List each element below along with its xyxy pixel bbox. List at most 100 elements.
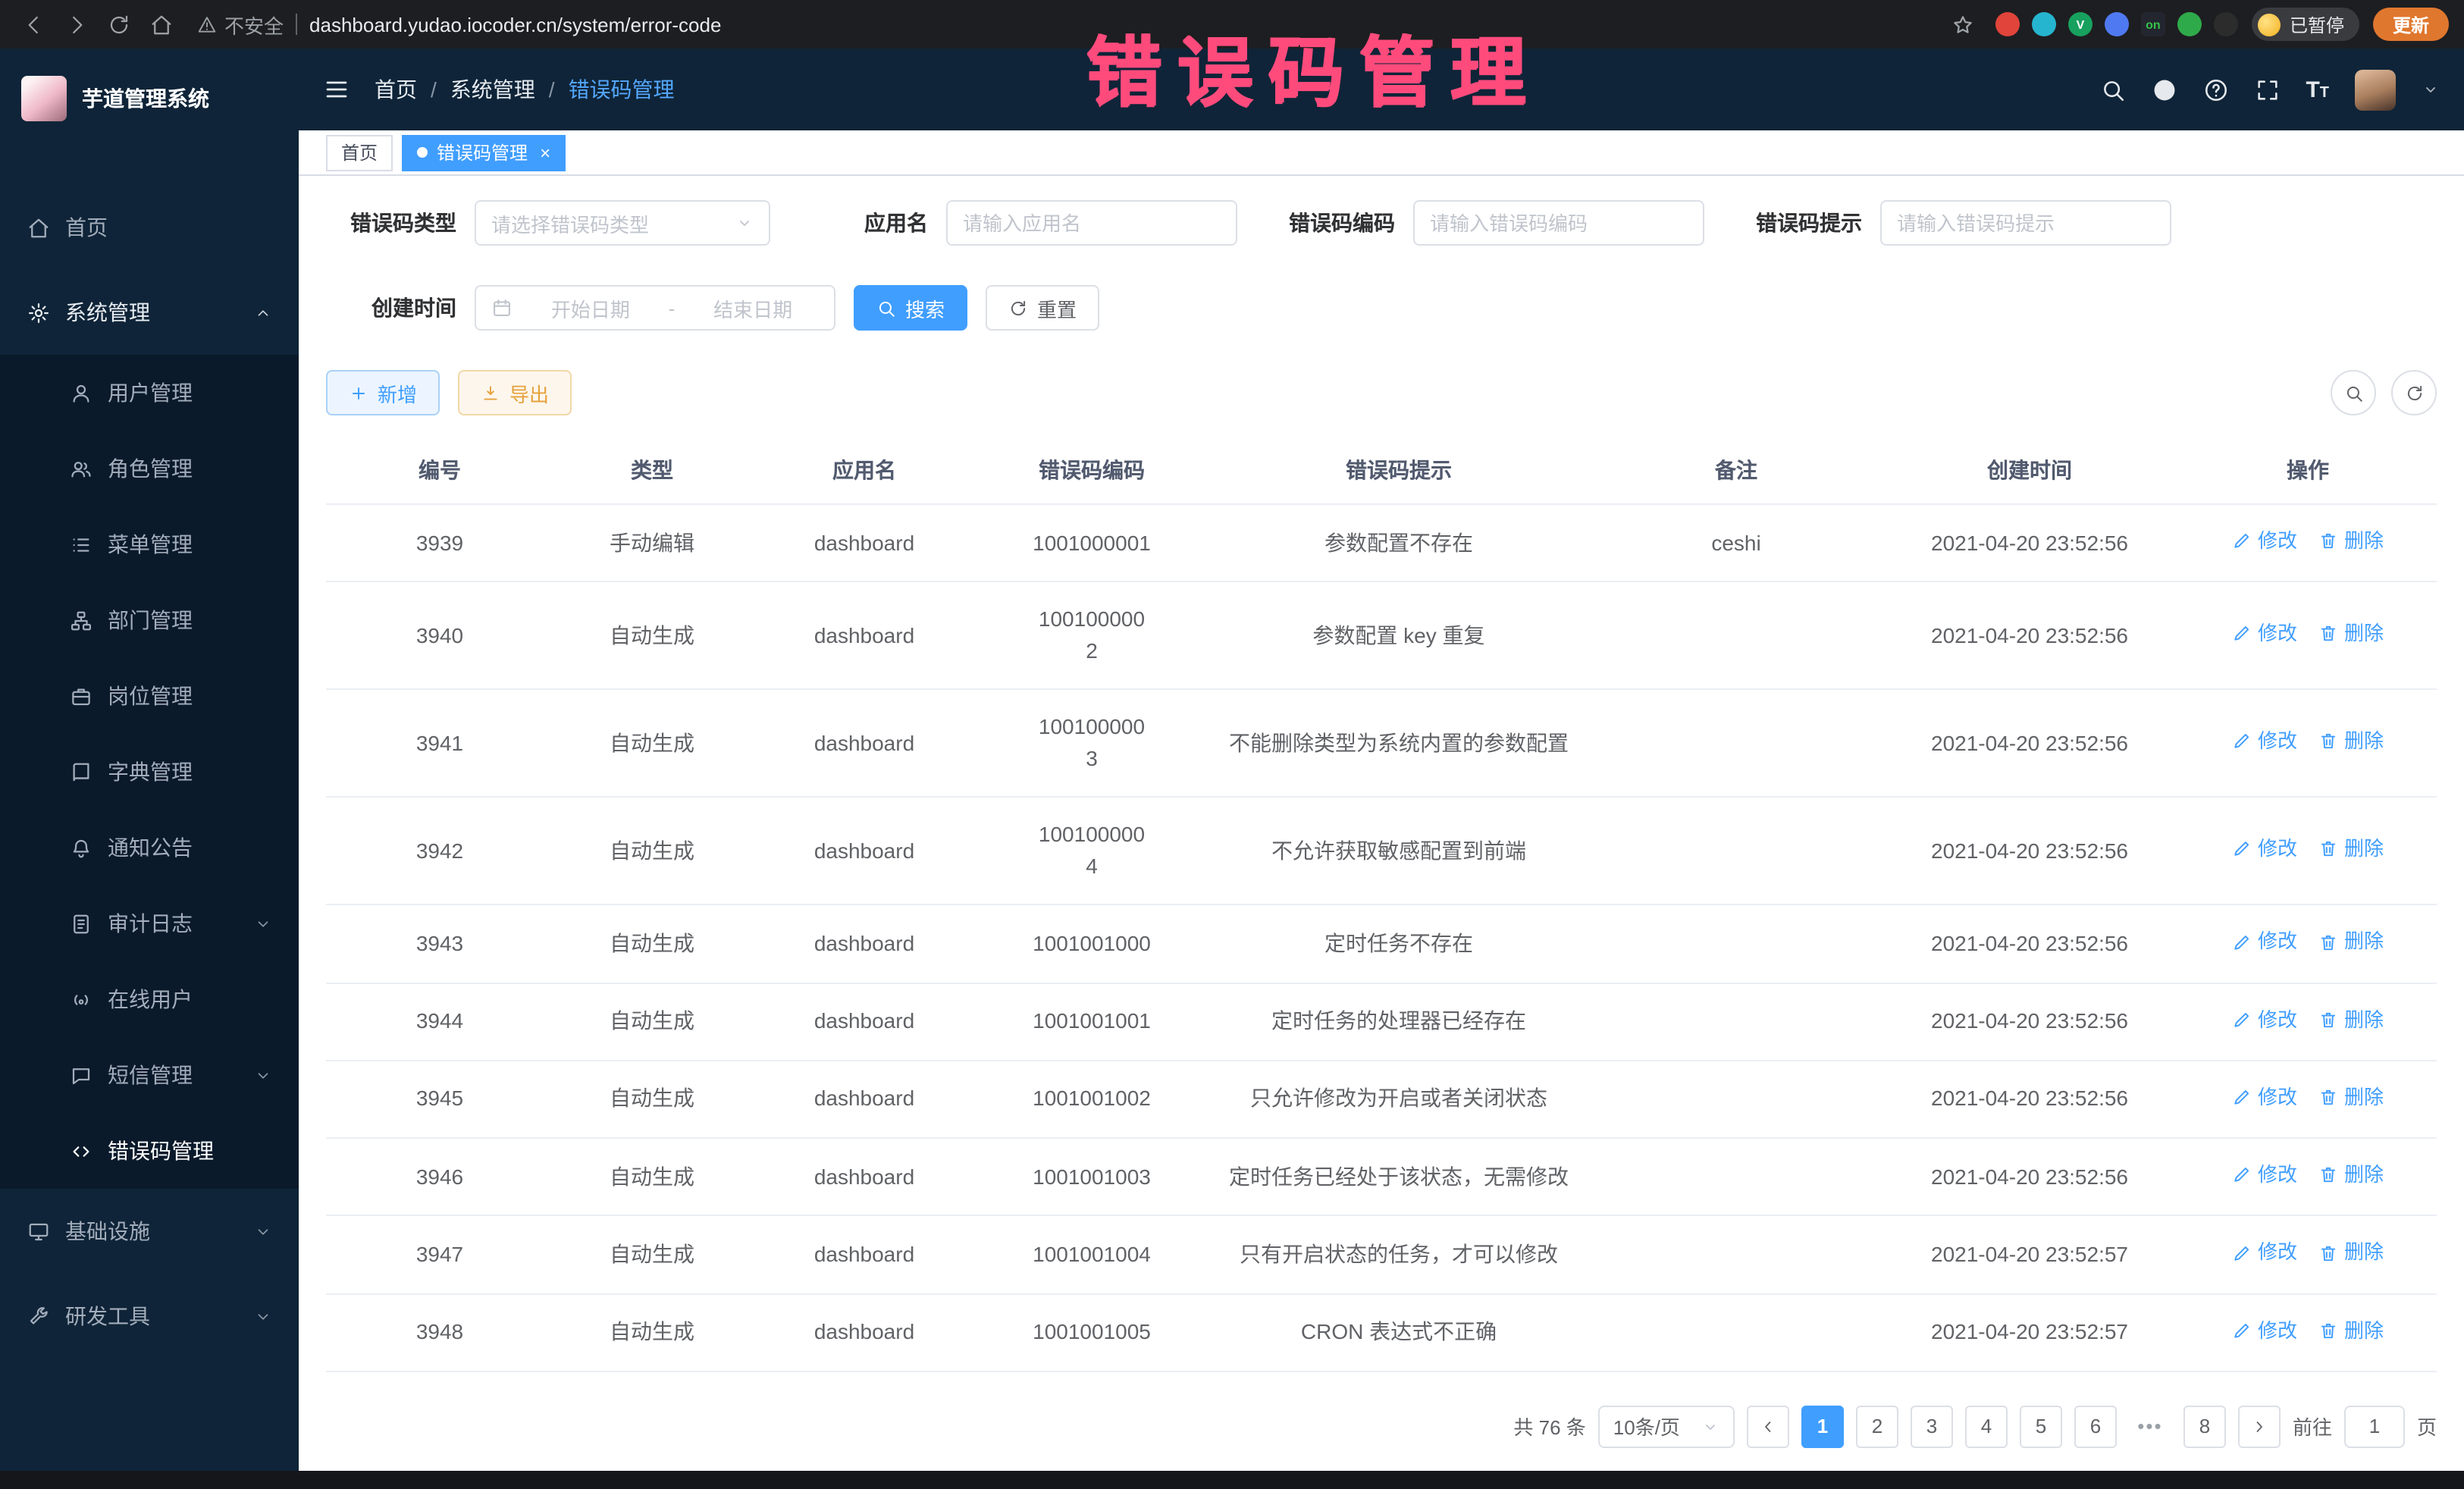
export-button[interactable]: 导出: [458, 370, 572, 415]
page-size-select[interactable]: 10条/页: [1598, 1406, 1735, 1448]
edit-link[interactable]: 修改: [2232, 927, 2297, 957]
prev-page-button[interactable]: [1747, 1406, 1789, 1448]
page-button[interactable]: 6: [2074, 1406, 2117, 1448]
sidebar-item-role[interactable]: 角色管理: [0, 431, 299, 506]
page-button[interactable]: 2: [1856, 1406, 1898, 1448]
refresh-table-button[interactable]: [2391, 370, 2437, 415]
sidebar-item-online-user[interactable]: 在线用户: [0, 961, 299, 1037]
page-ellipsis[interactable]: •••: [2129, 1406, 2171, 1448]
app-logo[interactable]: 芋道管理系统: [0, 49, 299, 149]
font-size-icon[interactable]: TT: [2306, 78, 2329, 101]
close-icon[interactable]: ×: [540, 142, 550, 163]
avatar-caret-icon[interactable]: [2422, 80, 2440, 99]
sidebar-item-sms[interactable]: 短信管理: [0, 1037, 299, 1113]
filter-label-type: 错误码类型: [326, 208, 456, 238]
sidebar-item-system[interactable]: 系统管理: [0, 270, 299, 355]
security-indicator[interactable]: 不安全: [197, 10, 284, 39]
delete-link[interactable]: 删除: [2318, 1160, 2384, 1190]
delete-link[interactable]: 删除: [2318, 619, 2384, 648]
app-name-input[interactable]: [946, 200, 1237, 246]
extension-icon[interactable]: V: [2068, 12, 2093, 36]
profile-chip[interactable]: 已暂停: [2252, 8, 2359, 41]
breadcrumb-item[interactable]: 首页: [375, 74, 417, 105]
breadcrumb-item[interactable]: 系统管理: [450, 74, 535, 105]
row-time: 2021-04-20 23:52:56: [1880, 983, 2179, 1061]
add-button[interactable]: 新增: [326, 370, 440, 415]
delete-link[interactable]: 删除: [2318, 526, 2384, 556]
sidebar-item-dept[interactable]: 部门管理: [0, 582, 299, 658]
edit-link[interactable]: 修改: [2232, 1005, 2297, 1034]
extension-icon[interactable]: on: [2141, 12, 2165, 36]
delete-link[interactable]: 删除: [2318, 927, 2384, 957]
update-button[interactable]: 更新: [2373, 8, 2449, 41]
chevdown-icon: [255, 1308, 271, 1324]
row-actions: 修改删除: [2179, 798, 2437, 905]
delete-link[interactable]: 删除: [2318, 1083, 2384, 1112]
row-code: 100100000 3: [978, 690, 1205, 798]
page-button[interactable]: 3: [1911, 1406, 1953, 1448]
tab-error-code[interactable]: 错误码管理×: [402, 134, 566, 171]
delete-link[interactable]: 删除: [2318, 1005, 2384, 1034]
delete-link[interactable]: 删除: [2318, 726, 2384, 756]
sidebar-item-menu[interactable]: 菜单管理: [0, 506, 299, 582]
edit-link[interactable]: 修改: [2232, 834, 2297, 864]
edit-link[interactable]: 修改: [2232, 1238, 2297, 1268]
github-icon[interactable]: [2151, 77, 2177, 102]
extension-icon[interactable]: [2214, 12, 2238, 36]
search-icon[interactable]: [2099, 77, 2125, 102]
date-range-picker[interactable]: 开始日期 - 结束日期: [475, 285, 835, 331]
search-button[interactable]: 搜索: [854, 285, 967, 331]
next-page-button[interactable]: [2238, 1406, 2281, 1448]
extension-icon[interactable]: [2177, 12, 2202, 36]
chevup-icon: [255, 304, 271, 321]
security-label: 不安全: [224, 10, 284, 39]
page-button[interactable]: 4: [1965, 1406, 2008, 1448]
sidebar-item-error-code[interactable]: 错误码管理: [0, 1113, 299, 1189]
page-button[interactable]: 8: [2183, 1406, 2226, 1448]
sidebar-item-dev-tools[interactable]: 研发工具: [0, 1274, 299, 1359]
edit-link[interactable]: 修改: [2232, 526, 2297, 556]
edit-link[interactable]: 修改: [2232, 1160, 2297, 1190]
goto-page-input[interactable]: [2344, 1406, 2405, 1448]
reset-button[interactable]: 重置: [986, 285, 1099, 331]
page-button[interactable]: 5: [2020, 1406, 2062, 1448]
extension-glyph: on: [2146, 17, 2161, 31]
menu-fold-icon[interactable]: [323, 76, 350, 103]
bookmark-star-icon[interactable]: [1945, 6, 1982, 42]
extension-icon[interactable]: [2032, 12, 2056, 36]
error-hint-input[interactable]: [1880, 200, 2171, 246]
sidebar-item-post[interactable]: 岗位管理: [0, 658, 299, 734]
back-icon[interactable]: [15, 6, 52, 42]
toggle-search-button[interactable]: [2331, 370, 2376, 415]
browser-home-icon[interactable]: [143, 6, 179, 42]
sidebar-item-infra[interactable]: 基础设施: [0, 1189, 299, 1274]
extension-icon[interactable]: [2105, 12, 2129, 36]
sidebar-item-dict[interactable]: 字典管理: [0, 734, 299, 810]
goto-suffix: 页: [2417, 1412, 2437, 1441]
error-type-select[interactable]: 请选择错误码类型: [475, 200, 770, 246]
error-code-input[interactable]: [1413, 200, 1704, 246]
help-icon[interactable]: [2202, 77, 2228, 102]
address-bar[interactable]: 不安全 dashboard.yudao.iocoder.cn/system/er…: [197, 10, 1939, 39]
tab-home[interactable]: 首页: [326, 134, 393, 171]
row-code: 1001001001: [978, 983, 1205, 1061]
extension-icon[interactable]: [1995, 12, 2020, 36]
fullscreen-icon[interactable]: [2254, 77, 2280, 102]
sidebar-item-user[interactable]: 用户管理: [0, 355, 299, 431]
delete-link[interactable]: 删除: [2318, 1238, 2384, 1268]
sidebar-item-notice[interactable]: 通知公告: [0, 810, 299, 886]
reload-icon[interactable]: [100, 6, 136, 42]
delete-link[interactable]: 删除: [2318, 834, 2384, 864]
forward-icon[interactable]: [58, 6, 94, 42]
edit-link[interactable]: 修改: [2232, 1315, 2297, 1345]
edit-link[interactable]: 修改: [2232, 726, 2297, 756]
chevron-down-icon: [735, 214, 754, 232]
delete-link[interactable]: 删除: [2318, 1315, 2384, 1345]
sidebar-item-label: 部门管理: [108, 605, 193, 635]
edit-link[interactable]: 修改: [2232, 1083, 2297, 1112]
edit-link[interactable]: 修改: [2232, 619, 2297, 648]
page-button[interactable]: 1: [1801, 1406, 1844, 1448]
sidebar-item-audit-log[interactable]: 审计日志: [0, 886, 299, 961]
avatar[interactable]: [2355, 69, 2396, 110]
sidebar-item-home[interactable]: 首页: [0, 185, 299, 270]
